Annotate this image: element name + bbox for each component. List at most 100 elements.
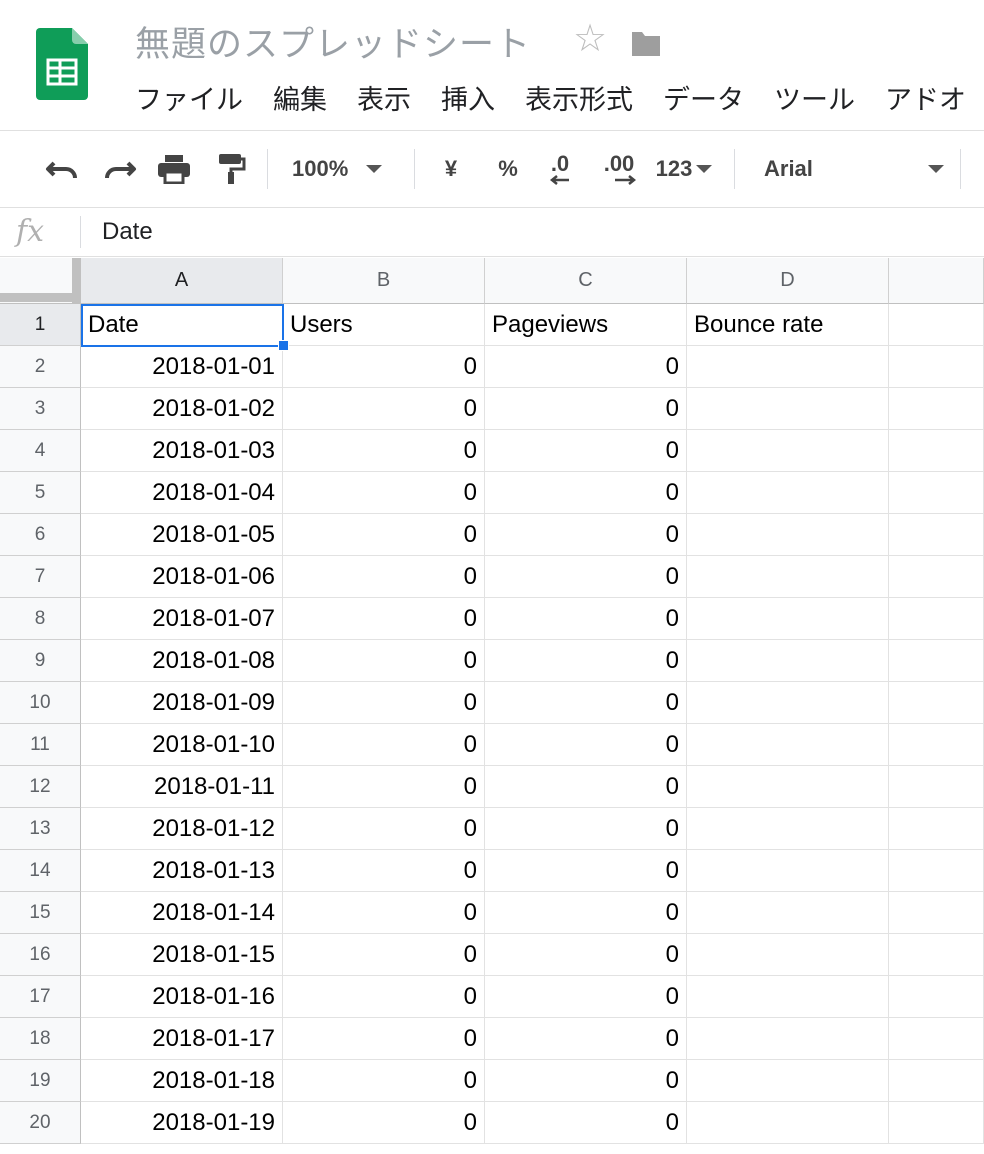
- cell-a[interactable]: 2018-01-18: [81, 1060, 283, 1102]
- cell-b[interactable]: 0: [283, 934, 485, 976]
- column-header-b[interactable]: B: [283, 258, 485, 304]
- cell-c[interactable]: 0: [485, 766, 687, 808]
- row-header[interactable]: 6: [0, 514, 81, 556]
- row-header[interactable]: 10: [0, 682, 81, 724]
- cell-b[interactable]: 0: [283, 808, 485, 850]
- cell-d[interactable]: [687, 346, 889, 388]
- cell-c[interactable]: 0: [485, 1102, 687, 1144]
- menu-view[interactable]: 表示: [357, 82, 411, 118]
- cell-b[interactable]: 0: [283, 514, 485, 556]
- cell-a[interactable]: 2018-01-10: [81, 724, 283, 766]
- cell-c[interactable]: 0: [485, 430, 687, 472]
- cell-d[interactable]: [687, 892, 889, 934]
- row-header[interactable]: 12: [0, 766, 81, 808]
- paint-format-icon[interactable]: [212, 151, 250, 187]
- column-header-a[interactable]: A: [81, 258, 283, 304]
- undo-icon[interactable]: [42, 151, 82, 187]
- formula-input[interactable]: Date: [102, 218, 153, 246]
- cell-d[interactable]: [687, 976, 889, 1018]
- menu-file[interactable]: ファイル: [135, 82, 243, 118]
- cell-a[interactable]: 2018-01-16: [81, 976, 283, 1018]
- cell-e[interactable]: [889, 1060, 984, 1102]
- cell-e[interactable]: [889, 556, 984, 598]
- cell-e[interactable]: [889, 892, 984, 934]
- decrease-decimal-button[interactable]: .0: [540, 151, 580, 187]
- cell-c[interactable]: 0: [485, 1060, 687, 1102]
- row-header[interactable]: 11: [0, 724, 81, 766]
- row-header[interactable]: 7: [0, 556, 81, 598]
- menu-format[interactable]: 表示形式: [525, 82, 633, 118]
- cell-e[interactable]: [889, 1102, 984, 1144]
- cell-d[interactable]: [687, 388, 889, 430]
- cell-a[interactable]: 2018-01-01: [81, 346, 283, 388]
- cell-e[interactable]: [889, 976, 984, 1018]
- cell-d[interactable]: [687, 640, 889, 682]
- cell-c[interactable]: 0: [485, 346, 687, 388]
- cell-d[interactable]: [687, 556, 889, 598]
- row-header[interactable]: 15: [0, 892, 81, 934]
- column-header-e[interactable]: [889, 258, 984, 304]
- cell-c[interactable]: 0: [485, 892, 687, 934]
- cell-a[interactable]: 2018-01-05: [81, 514, 283, 556]
- menu-edit[interactable]: 編集: [273, 82, 327, 118]
- cell-d[interactable]: [687, 850, 889, 892]
- cell-e[interactable]: [889, 514, 984, 556]
- cell-d[interactable]: [687, 514, 889, 556]
- cell-b[interactable]: 0: [283, 556, 485, 598]
- cell-e[interactable]: [889, 472, 984, 514]
- increase-decimal-button[interactable]: .00: [597, 151, 641, 187]
- cell-a[interactable]: 2018-01-06: [81, 556, 283, 598]
- menu-insert[interactable]: 挿入: [441, 82, 495, 118]
- cell-e[interactable]: [889, 598, 984, 640]
- cell-e[interactable]: [889, 682, 984, 724]
- font-select[interactable]: Arial: [764, 151, 944, 187]
- fill-handle[interactable]: [278, 340, 289, 351]
- row-header[interactable]: 3: [0, 388, 81, 430]
- cell-d[interactable]: Bounce rate: [687, 304, 889, 346]
- row-header[interactable]: 13: [0, 808, 81, 850]
- cell-b[interactable]: 0: [283, 640, 485, 682]
- cell-e[interactable]: [889, 724, 984, 766]
- cell-c[interactable]: 0: [485, 976, 687, 1018]
- row-header[interactable]: 14: [0, 850, 81, 892]
- cell-c[interactable]: 0: [485, 598, 687, 640]
- cell-a[interactable]: 2018-01-08: [81, 640, 283, 682]
- cell-c[interactable]: 0: [485, 556, 687, 598]
- cell-e[interactable]: [889, 640, 984, 682]
- cell-d[interactable]: [687, 682, 889, 724]
- cell-a[interactable]: 2018-01-11: [81, 766, 283, 808]
- cell-a[interactable]: 2018-01-07: [81, 598, 283, 640]
- cell-a[interactable]: 2018-01-12: [81, 808, 283, 850]
- cell-a[interactable]: 2018-01-09: [81, 682, 283, 724]
- row-header[interactable]: 4: [0, 430, 81, 472]
- cell-d[interactable]: [687, 766, 889, 808]
- cell-c[interactable]: 0: [485, 514, 687, 556]
- cell-a[interactable]: 2018-01-04: [81, 472, 283, 514]
- cell-c[interactable]: 0: [485, 724, 687, 766]
- folder-icon[interactable]: [630, 28, 662, 58]
- row-header[interactable]: 2: [0, 346, 81, 388]
- cell-b[interactable]: 0: [283, 1102, 485, 1144]
- cell-c[interactable]: 0: [485, 472, 687, 514]
- zoom-select[interactable]: 100%: [292, 151, 402, 187]
- cell-d[interactable]: [687, 724, 889, 766]
- cell-b[interactable]: 0: [283, 976, 485, 1018]
- column-header-c[interactable]: C: [485, 258, 687, 304]
- cell-e[interactable]: [889, 304, 984, 346]
- cell-b[interactable]: 0: [283, 472, 485, 514]
- row-header[interactable]: 9: [0, 640, 81, 682]
- cell-a[interactable]: Date: [81, 304, 283, 346]
- cell-b[interactable]: 0: [283, 766, 485, 808]
- cell-a[interactable]: 2018-01-14: [81, 892, 283, 934]
- row-header[interactable]: 20: [0, 1102, 81, 1144]
- cell-e[interactable]: [889, 850, 984, 892]
- cell-a[interactable]: 2018-01-13: [81, 850, 283, 892]
- cell-d[interactable]: [687, 1018, 889, 1060]
- row-header[interactable]: 17: [0, 976, 81, 1018]
- cell-c[interactable]: 0: [485, 1018, 687, 1060]
- cell-b[interactable]: 0: [283, 388, 485, 430]
- cell-c[interactable]: 0: [485, 388, 687, 430]
- star-icon[interactable]: ☆: [573, 20, 607, 58]
- row-header[interactable]: 1: [0, 304, 81, 346]
- cell-e[interactable]: [889, 934, 984, 976]
